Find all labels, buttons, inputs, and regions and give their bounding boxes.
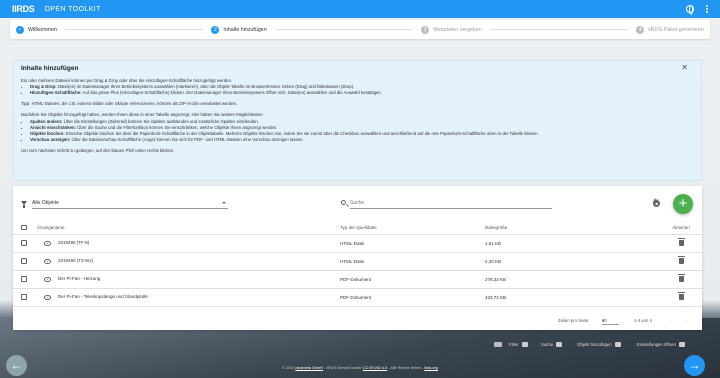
row-type: PDF-Dokument [340,270,485,289]
row-size: 2,30 KB [485,252,660,271]
chevron-down-icon [222,202,226,204]
filter-value: Alle Objekte [32,200,59,206]
previous-step-button[interactable]: ← [6,355,27,376]
column-header-type[interactable]: Typ der Quelldatei [340,221,485,235]
step-label: Inhalte hinzufügen [223,26,267,33]
row-size: 433,72 KB [485,288,660,307]
keyboard-icon [494,342,502,347]
step-number: 3 [421,25,430,34]
trash-icon[interactable] [677,291,685,300]
trash-icon[interactable] [677,273,685,282]
column-header-size[interactable]: Dateigröße [485,221,660,235]
add-methods-list: Drag & Drop: Datei(en) im Dateimanager I… [21,84,694,96]
objects-table: Anzeigename Typ der Quelldatei Dateigröß… [13,221,702,307]
column-header-name[interactable]: Anzeigename [37,221,340,235]
key-icon [678,342,685,347]
table-row[interactable]: 2019490 (TF-8) HTML-Datei 1,61 KB [13,234,702,253]
footer: © 2020 plusmeta GmbH - iiRDS licensed un… [282,366,438,370]
page-range: 1-4 von 4 [634,318,652,323]
shortcut-search: Suche [541,342,563,347]
globe-icon[interactable] [686,5,694,15]
search-icon [341,200,346,205]
rows-per-page-label: Zeilen pro Seite: [558,318,590,323]
key-icon [556,342,563,347]
eye-icon[interactable] [44,241,51,246]
info-title: Inhalte hinzufügen [21,65,79,72]
trash-icon[interactable] [677,237,685,246]
key-icon [614,342,621,347]
table-row[interactable]: 2019490 (T3-W1) HTML-Datei 2,30 KB [13,252,702,271]
close-icon[interactable]: ✕ [681,63,688,71]
row-size: 1,61 KB [485,234,660,253]
shortcut-settings: Einstellungen öffnen [637,342,685,347]
row-checkbox[interactable] [21,294,27,300]
footer-link[interactable]: iirds.org [424,366,438,370]
step-number: 4 [636,25,645,34]
info-next: Um zum nächsten Schritt zu gelangen, auf… [21,147,175,153]
row-checkbox[interactable] [21,258,27,264]
select-all-checkbox[interactable] [21,224,27,231]
app-title: OPEN TOOLKIT [44,5,101,13]
table-header-row: Anzeigename Typ der Quelldatei Dateigröß… [13,221,702,235]
more-vert-icon[interactable] [706,4,708,14]
chevron-right-icon[interactable]: › [685,318,686,323]
objects-card: Alle Objekte + Anzeigename Typ der Quell… [13,186,702,330]
step-label: iiRDS-Paket generieren [648,26,704,33]
trash-icon[interactable] [677,255,685,264]
next-step-button[interactable]: → [684,355,705,376]
step-connector [64,29,204,30]
row-name: 2019490 (TF-8) [58,240,90,246]
step-inhalte-hinzufuegen[interactable]: 2 Inhalte hinzufügen [211,25,267,34]
step-label: Metadaten vergeben [433,26,482,33]
step-metadaten-vergeben[interactable]: 3 Metadaten vergeben [421,25,482,34]
step-check-icon: ✓ [16,25,24,34]
gear-icon[interactable] [652,198,660,208]
step-connector [489,29,629,30]
table-toolbar: Alle Objekte + [13,186,702,218]
add-button[interactable]: + [673,194,693,214]
row-size: 278,33 KB [485,270,660,289]
step-paket-generieren[interactable]: 4 iiRDS-Paket generieren [636,25,704,34]
shortcut-add: Objekt hinzufügen [577,342,621,347]
filter-icon [21,201,27,208]
step-number: 2 [211,25,220,34]
row-type: PDF-Dokument [340,288,485,307]
table-row[interactable]: Der Pi-Fan - Teleskopstange und Standpla… [13,288,702,307]
row-checkbox[interactable] [21,276,27,282]
shortcut-filter: Filter [509,342,528,347]
column-header-actions: Aktionen [660,221,702,235]
step-connector [274,29,414,30]
info-panel: Inhalte hinzufügen ✕ Ein oder mehrere Da… [13,60,702,181]
options-list: Spalten ändern: Über die Einstellungen (… [21,119,694,143]
rows-per-page-select[interactable]: 10 ▾ [602,318,619,325]
footer-link[interactable]: CC BY-ND 4.0 [363,366,387,370]
eye-icon[interactable] [44,295,51,300]
table-row[interactable]: Der Pi-Fan - Heizung PDF-Dokument 278,33… [13,270,702,289]
step-willkommen[interactable]: ✓ Willkommen [16,25,57,34]
stepper: ✓ Willkommen 2 Inhalte hinzufügen 3 Meta… [10,20,710,39]
footer-link[interactable]: plusmeta GmbH [296,366,323,370]
app-bar: IIRDS OPEN TOOLKIT [0,0,720,18]
row-name: 2019490 (T3-W1) [58,258,94,264]
search-input[interactable] [350,197,552,209]
step-label: Willkommen [28,26,57,33]
row-type: HTML-Datei [340,234,485,253]
app-logo: IIRDS [12,4,35,14]
filter-select[interactable]: Alle Objekte [32,197,228,209]
eye-icon[interactable] [44,259,51,264]
row-type: HTML-Datei [340,252,485,271]
row-name: Der Pi-Fan - Heizung [58,276,101,282]
row-name: Der Pi-Fan - Teleskopstange und Standpla… [58,294,148,300]
eye-icon[interactable] [44,277,51,282]
row-checkbox[interactable] [21,240,27,246]
key-icon [521,342,528,347]
chevron-left-icon[interactable]: ‹ [669,318,670,323]
